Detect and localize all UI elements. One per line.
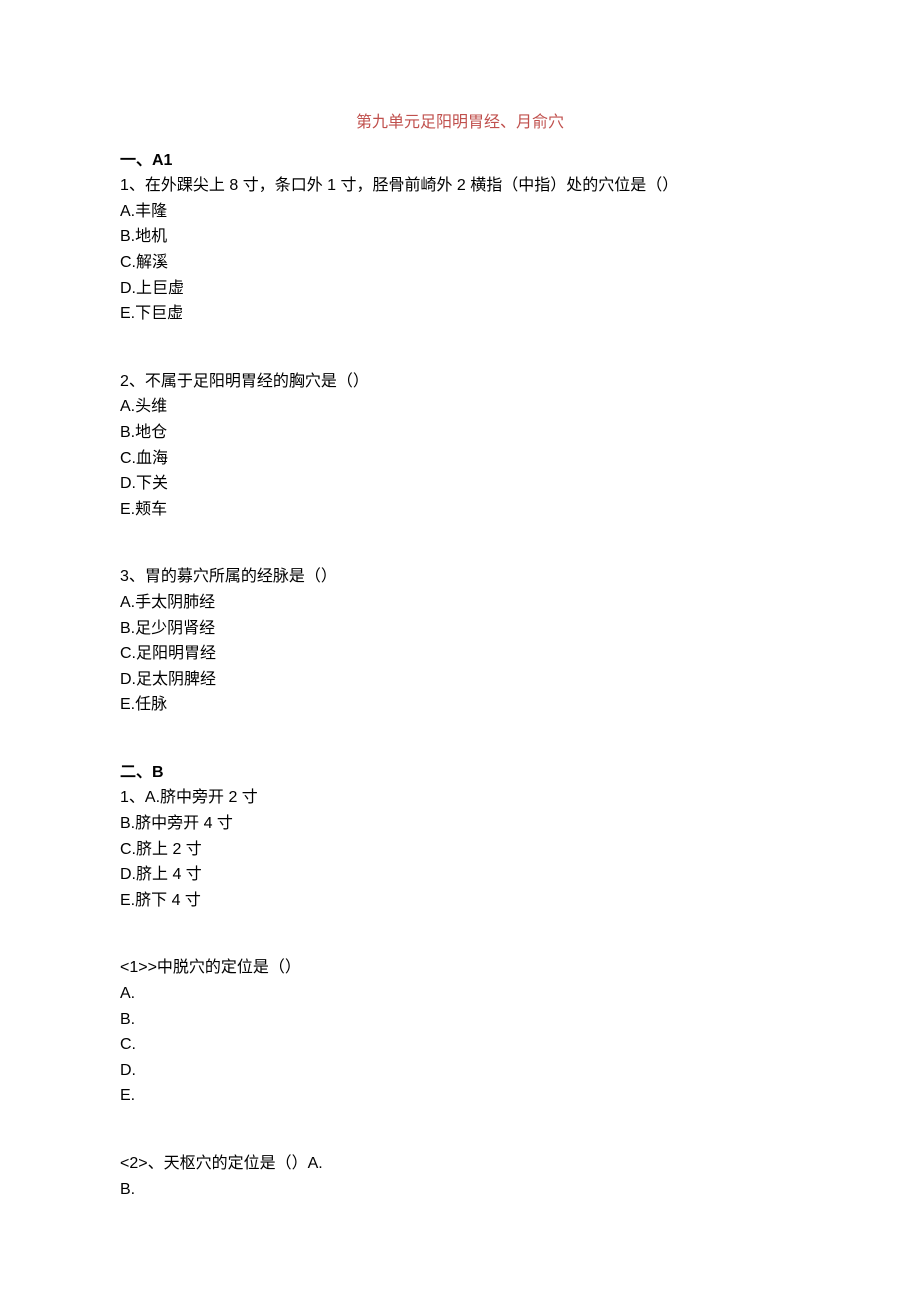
- option-d: D.脐上 4 寸: [120, 862, 800, 888]
- section-b-shared: 二、B 1、A.脐中旁开 2 寸 B.脐中旁开 4 寸 C.脐上 2 寸 D.脐…: [120, 760, 800, 914]
- question-text: <2>、天枢穴的定位是（）A.: [120, 1151, 800, 1177]
- option-e: E.任脉: [120, 692, 800, 718]
- section-a-header: 一、A1: [120, 152, 172, 169]
- option-c: C.: [120, 1032, 800, 1058]
- option-a: A.丰隆: [120, 199, 800, 225]
- question-text: <1>>中脱穴的定位是（）: [120, 955, 800, 981]
- question-text: 3、胃的募穴所属的经脉是（）: [120, 564, 800, 590]
- option-e: E.下巨虚: [120, 301, 800, 327]
- option-e: E.脐下 4 寸: [120, 888, 800, 914]
- section-a-q1: 一、A1 1、在外踝尖上 8 寸，条口外 1 寸，胫骨前崎外 2 横指（中指）处…: [120, 148, 800, 327]
- shared-stem-text: 1、A.脐中旁开 2 寸: [120, 785, 800, 811]
- document-title: 第九单元足阳明胃经、月俞穴: [120, 110, 800, 136]
- option-c: C.脐上 2 寸: [120, 837, 800, 863]
- option-b: B.地机: [120, 224, 800, 250]
- option-d: D.足太阴脾经: [120, 667, 800, 693]
- option-d: D.下关: [120, 471, 800, 497]
- option-d: D.上巨虚: [120, 276, 800, 302]
- option-e: E.: [120, 1083, 800, 1109]
- option-e: E.颊车: [120, 497, 800, 523]
- option-c: C.解溪: [120, 250, 800, 276]
- section-a-q3: 3、胃的募穴所属的经脉是（） A.手太阴肺经 B.足少阴肾经 C.足阳明胃经 D…: [120, 564, 800, 718]
- option-c: C.血海: [120, 446, 800, 472]
- option-c: C.足阳明胃经: [120, 641, 800, 667]
- option-b: B.: [120, 1007, 800, 1033]
- section-b-sub2: <2>、天枢穴的定位是（）A. B.: [120, 1151, 800, 1202]
- option-a: A.头维: [120, 394, 800, 420]
- section-b-sub1: <1>>中脱穴的定位是（） A. B. C. D. E.: [120, 955, 800, 1109]
- option-b: B.脐中旁开 4 寸: [120, 811, 800, 837]
- section-a-q2: 2、不属于足阳明胃经的胸穴是（） A.头维 B.地仓 C.血海 D.下关 E.颊…: [120, 369, 800, 523]
- question-text: 1、在外踝尖上 8 寸，条口外 1 寸，胫骨前崎外 2 横指（中指）处的穴位是（…: [120, 173, 800, 199]
- question-text: 2、不属于足阳明胃经的胸穴是（）: [120, 369, 800, 395]
- option-a: A.: [120, 981, 800, 1007]
- option-d: D.: [120, 1058, 800, 1084]
- option-a: A.手太阴肺经: [120, 590, 800, 616]
- section-b-header: 二、B: [120, 764, 164, 781]
- option-b: B.地仓: [120, 420, 800, 446]
- option-b: B.足少阴肾经: [120, 616, 800, 642]
- option-b: B.: [120, 1177, 800, 1203]
